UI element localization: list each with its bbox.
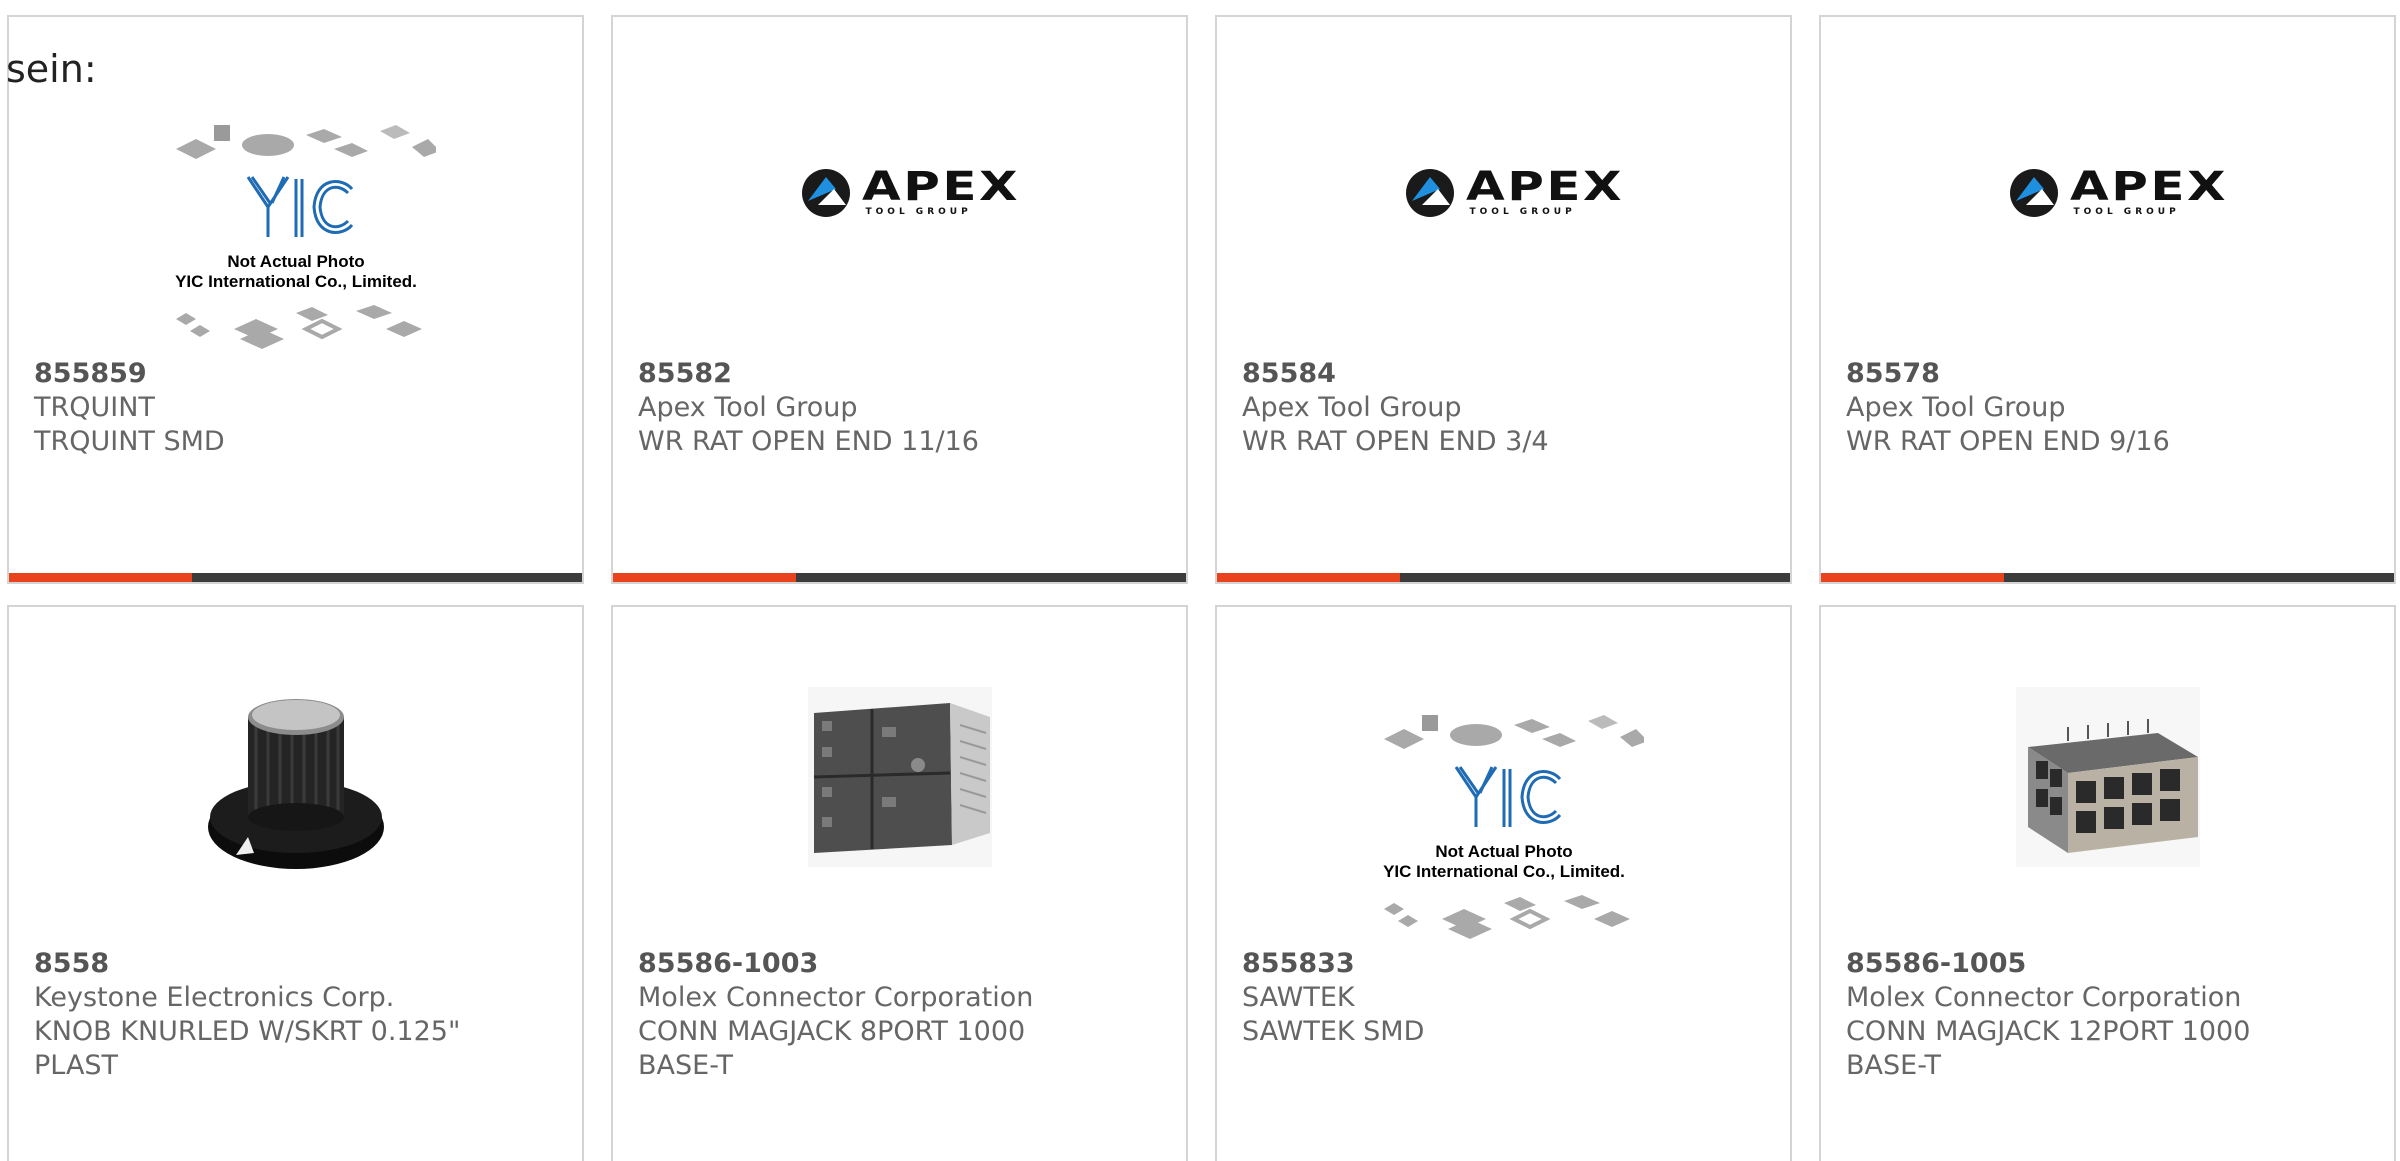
magjack-8port-icon (807, 687, 992, 867)
product-meta: 85582 Apex Tool Group WR RAT OPEN END 11… (638, 357, 1166, 459)
card-bar-accent (1217, 573, 1400, 582)
manufacturer: Apex Tool Group (1846, 392, 2066, 423)
description: CONN MAGJACK 12PORT 1000 (1846, 1016, 2251, 1047)
apex-logo-word: APEX (861, 164, 1020, 210)
product-card[interactable]: Not Actual Photo YIC International Co., … (1215, 605, 1792, 1161)
product-meta: 855859 TRQUINT TRQUINT SMD (34, 357, 562, 459)
apex-logo-icon: APEX TOOL GROUP (2008, 167, 2225, 217)
product-photo: APEX TOOL GROUP (613, 167, 1186, 221)
product-card[interactable]: 85586-1005 Molex Connector Corporation C… (1819, 605, 2396, 1161)
knob-icon (207, 699, 384, 869)
description: SAWTEK SMD (1242, 1016, 1425, 1047)
product-meta: 85586-1005 Molex Connector Corporation C… (1846, 947, 2374, 1083)
description-cont: PLAST (34, 1050, 119, 1081)
product-photo (9, 677, 582, 881)
yic-placeholder-icon: Not Actual Photo YIC International Co., … (1383, 715, 1648, 939)
manufacturer: SAWTEK (1242, 982, 1355, 1013)
product-meta: 8558 Keystone Electronics Corp. KNOB KNU… (34, 947, 562, 1083)
product-photo: Not Actual Photo YIC International Co., … (1217, 697, 1790, 951)
product-card[interactable]: APEX TOOL GROUP 85584 Apex Tool Group WR… (1215, 15, 1792, 584)
part-number-link[interactable]: 85578 (1846, 357, 2374, 391)
product-card[interactable]: APEX TOOL GROUP 85578 Apex Tool Group WR… (1819, 15, 2396, 584)
placeholder-line2: YIC International Co., Limited. (175, 272, 417, 291)
card-bar-accent (9, 573, 192, 582)
description: WR RAT OPEN END 3/4 (1242, 426, 1549, 457)
description: WR RAT OPEN END 9/16 (1846, 426, 2170, 457)
part-number-link[interactable]: 8558 (34, 947, 562, 981)
card-bar-accent (1821, 573, 2004, 582)
description-cont: BASE-T (638, 1050, 733, 1081)
apex-logo-word: APEX (2069, 164, 2228, 210)
card-bottom-bar (1821, 573, 2394, 582)
manufacturer: Molex Connector Corporation (1846, 982, 2242, 1013)
product-photo: APEX TOOL GROUP (1821, 167, 2394, 221)
apex-logo-sub: TOOL GROUP (1469, 207, 1576, 217)
description: KNOB KNURLED W/SKRT 0.125" (34, 1016, 461, 1047)
description: TRQUINT SMD (34, 426, 225, 457)
manufacturer: Keystone Electronics Corp. (34, 982, 395, 1013)
description-cont: BASE-T (1846, 1050, 1941, 1081)
intro-text: sein: (6, 47, 97, 91)
part-number-link[interactable]: 85582 (638, 357, 1166, 391)
magjack-12port-icon (2015, 687, 2200, 867)
card-bottom-bar (9, 573, 582, 582)
product-meta: 855833 SAWTEK SAWTEK SMD (1242, 947, 1770, 1049)
product-photo: Not Actual Photo YIC International Co., … (9, 107, 582, 361)
product-photo: APEX TOOL GROUP (1217, 167, 1790, 221)
placeholder-line2: YIC International Co., Limited. (1383, 862, 1625, 881)
product-meta: 85578 Apex Tool Group WR RAT OPEN END 9/… (1846, 357, 2374, 459)
manufacturer: TRQUINT (34, 392, 155, 423)
product-meta: 85586-1003 Molex Connector Corporation C… (638, 947, 1166, 1083)
part-number-link[interactable]: 85586-1003 (638, 947, 1166, 981)
card-bottom-bar (1217, 573, 1790, 582)
part-number-link[interactable]: 85586-1005 (1846, 947, 2374, 981)
card-bottom-bar (613, 573, 1186, 582)
apex-logo-icon: APEX TOOL GROUP (1404, 167, 1621, 217)
placeholder-line1: Not Actual Photo (227, 252, 364, 271)
product-card[interactable]: APEX TOOL GROUP 85582 Apex Tool Group WR… (611, 15, 1188, 584)
product-photo (613, 677, 1186, 881)
yic-placeholder-icon: Not Actual Photo YIC International Co., … (175, 125, 440, 349)
apex-logo-icon: APEX TOOL GROUP (800, 167, 1017, 217)
product-card[interactable]: Not Actual Photo YIC International Co., … (7, 15, 584, 584)
description: CONN MAGJACK 8PORT 1000 (638, 1016, 1026, 1047)
product-meta: 85584 Apex Tool Group WR RAT OPEN END 3/… (1242, 357, 1770, 459)
product-card[interactable]: 8558 Keystone Electronics Corp. KNOB KNU… (7, 605, 584, 1161)
manufacturer: Molex Connector Corporation (638, 982, 1034, 1013)
apex-logo-sub: TOOL GROUP (2073, 207, 2180, 217)
part-number-link[interactable]: 85584 (1242, 357, 1770, 391)
product-card[interactable]: 85586-1003 Molex Connector Corporation C… (611, 605, 1188, 1161)
apex-logo-sub: TOOL GROUP (865, 207, 972, 217)
part-number-link[interactable]: 855859 (34, 357, 562, 391)
part-number-link[interactable]: 855833 (1242, 947, 1770, 981)
manufacturer: Apex Tool Group (638, 392, 858, 423)
apex-logo-word: APEX (1465, 164, 1624, 210)
product-grid-page: sein: Not Actual Photo YIC International… (0, 0, 2400, 1161)
product-photo (1821, 677, 2394, 881)
description: WR RAT OPEN END 11/16 (638, 426, 979, 457)
manufacturer: Apex Tool Group (1242, 392, 1462, 423)
placeholder-line1: Not Actual Photo (1435, 842, 1572, 861)
card-bar-accent (613, 573, 796, 582)
